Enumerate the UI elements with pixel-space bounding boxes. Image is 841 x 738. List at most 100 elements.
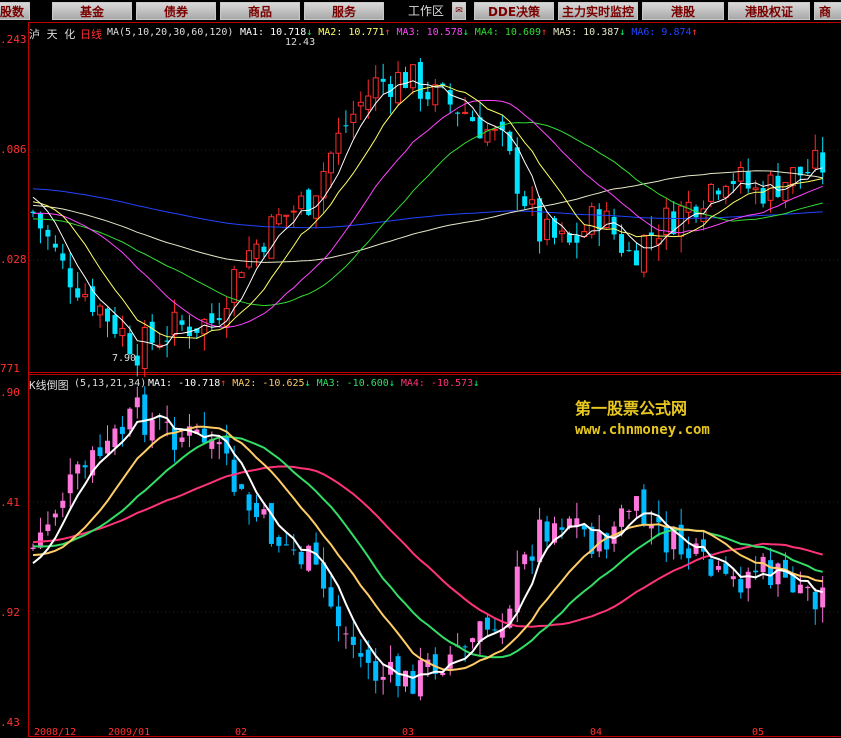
chart-canvas [0,22,841,737]
candle-body [559,527,564,530]
candle-body [373,78,378,98]
candle-body [589,207,594,235]
candle-body [299,196,304,209]
candle-body [68,474,73,493]
candle-body [768,560,773,585]
candle-body [276,215,281,224]
candle-body [470,117,475,121]
candle-body [120,328,125,335]
candle-body [247,251,252,267]
tab-more[interactable]: 商 [814,2,841,20]
candle-body [403,72,408,88]
candle-body [232,270,237,303]
candle-body [358,102,363,106]
candle-body [284,544,289,545]
candle-body [38,532,43,547]
candle-body [68,268,73,287]
candle-body [142,328,147,369]
candle-body [627,250,632,251]
candle-body [53,514,58,518]
tab-dde[interactable]: DDE决策 [474,2,554,20]
candle-body [142,394,147,434]
candle-body [574,518,579,525]
candle-body [105,309,110,322]
candle-body [31,548,36,549]
candle-body [559,231,564,234]
candle-body [686,548,691,558]
candle-body [619,234,624,253]
candle-body [217,442,222,444]
candle-body [463,112,468,113]
candle-body [127,333,132,354]
tab-main-force[interactable]: 主力实时监控 [558,2,638,20]
candle-body [180,438,185,442]
candle-body [180,320,185,324]
candle-body [336,607,341,627]
candle-body [284,215,289,216]
candle-body [604,211,609,227]
tab-stocks[interactable]: 股数 [0,2,30,20]
tab-hk-warrants[interactable]: 港股权证 [728,2,810,20]
candle-body [753,571,758,573]
tab-funds[interactable]: 基金 [52,2,132,20]
candle-body [75,288,80,297]
candle-body [60,501,65,508]
candle-body [60,253,65,260]
candle-body [820,588,825,608]
candle-body [708,184,713,201]
workspace-button[interactable]: 工作区 [400,2,452,20]
candle-body [366,650,371,663]
workspace-dropdown-icon[interactable]: ✉ [452,2,466,20]
candle-body [433,85,438,105]
candle-body [172,312,177,334]
candle-body [805,587,810,588]
candle-body [209,313,214,323]
candle-body [455,113,460,114]
candle-body [276,537,281,546]
tab-commodities[interactable]: 商品 [220,2,300,20]
candle-body [805,172,810,173]
candle-body [98,306,103,315]
candle-body [522,554,527,564]
candle-body [381,677,386,680]
lower-candles [31,386,826,700]
candle-body [75,464,80,473]
candle-body [358,653,363,657]
candle-body [798,585,803,594]
candle-body [112,429,117,448]
candle-body [492,630,497,631]
candle-body [537,198,542,241]
candle-body [261,509,266,514]
upper-panel-frame [29,23,841,373]
candle-body [530,556,535,560]
candle-body [813,592,818,609]
candle-body [261,247,266,252]
candle-body [239,484,244,489]
candle-body [641,489,646,525]
candle-body [329,153,334,173]
candle-body [537,520,542,563]
candle-body [418,660,423,696]
candle-body [761,188,766,204]
candle-body [515,147,520,193]
candle-body [45,230,50,237]
candle-body [820,152,825,172]
candle-body [217,318,222,320]
candle-body [597,209,602,229]
candle-body [351,637,356,645]
candle-body [634,496,639,511]
candle-body [351,114,356,122]
tab-bonds[interactable]: 债券 [136,2,216,20]
candle-body [269,503,274,544]
candle-body [790,168,795,186]
tab-services[interactable]: 服务 [304,2,384,20]
candle-body [254,244,259,258]
candle-body [731,181,736,184]
candle-body [98,447,103,456]
candle-body [396,73,401,103]
candle-body [366,96,371,109]
candle-body [343,125,348,126]
tab-hk-stocks[interactable]: 港股 [642,2,724,20]
candle-body [45,524,50,531]
candle-body [470,638,475,642]
